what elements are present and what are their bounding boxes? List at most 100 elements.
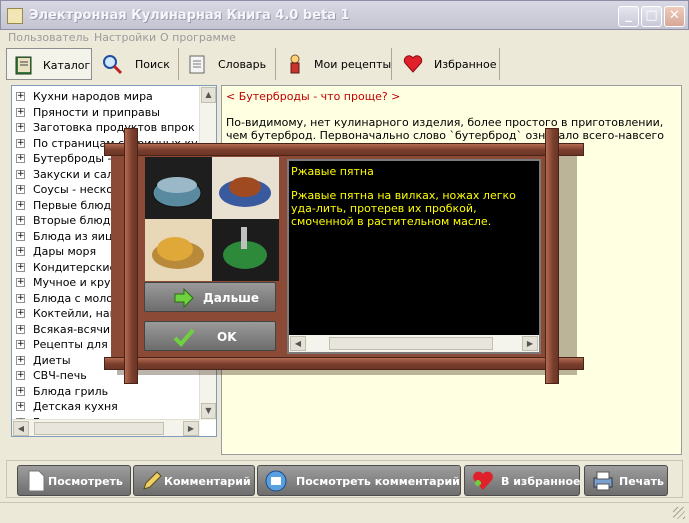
tip-scroll-left-arrow-icon[interactable]: ◀ bbox=[290, 336, 306, 351]
tip-title: Ржавые пятна bbox=[291, 165, 374, 178]
view-comment-button-label: Посмотреть комментарий bbox=[296, 475, 460, 488]
expand-plus-icon[interactable]: + bbox=[16, 293, 25, 303]
expand-plus-icon[interactable]: + bbox=[16, 386, 25, 396]
bottom-toolbar: Посмотреть Комментарий Посмотреть коммен… bbox=[6, 460, 683, 498]
checkmark-icon bbox=[173, 328, 195, 347]
tree-item-label: Вторые блюда bbox=[33, 214, 118, 227]
frame-post-left bbox=[124, 128, 138, 384]
expand-plus-icon[interactable]: + bbox=[16, 123, 25, 132]
food-illustration bbox=[145, 157, 279, 281]
menu-bar: Пользователь Настройки О программе bbox=[0, 30, 689, 46]
expand-plus-icon[interactable]: + bbox=[16, 278, 25, 287]
add-to-favorites-button[interactable]: В избранное bbox=[464, 465, 581, 496]
close-button[interactable]: ✕ bbox=[664, 6, 685, 27]
tip-horizontal-scrollbar[interactable]: ◀ ▶ bbox=[289, 335, 539, 352]
expand-plus-icon[interactable]: + bbox=[16, 324, 25, 334]
tab-catalog-label: Каталог bbox=[43, 59, 91, 72]
notepad-icon bbox=[189, 55, 205, 74]
expand-plus-icon[interactable]: + bbox=[16, 138, 25, 148]
tab-catalog[interactable]: Каталог bbox=[6, 48, 92, 80]
document-icon bbox=[28, 470, 45, 492]
expand-plus-icon[interactable]: + bbox=[16, 262, 25, 272]
expand-plus-icon[interactable]: + bbox=[16, 154, 25, 163]
resize-grip-icon[interactable] bbox=[673, 507, 685, 519]
tip-text: Ржавые пятна на вилках, ножах легко уда-… bbox=[291, 189, 516, 228]
tree-item-label: Дары моря bbox=[33, 245, 97, 258]
ok-button[interactable]: OK bbox=[144, 321, 276, 351]
tab-bar: Каталог Поиск Словарь Мои рецепты Избран… bbox=[0, 46, 689, 82]
tree-item-label: Блюда гриль bbox=[33, 384, 109, 398]
expand-plus-icon[interactable]: + bbox=[16, 216, 25, 225]
tab-dictionary-label: Словарь bbox=[218, 58, 267, 71]
book-icon bbox=[15, 56, 32, 75]
menu-user[interactable]: Пользователь bbox=[8, 31, 89, 44]
frame-beam-bottom bbox=[104, 357, 584, 370]
print-button[interactable]: Печать bbox=[584, 465, 668, 496]
scroll-up-arrow-icon[interactable]: ▲ bbox=[201, 87, 216, 103]
tab-my-recipes-label: Мои рецепты bbox=[314, 58, 392, 71]
tree-item-label: Первые блюда bbox=[33, 198, 118, 212]
expand-plus-icon[interactable]: + bbox=[16, 309, 25, 318]
tip-scroll-thumb[interactable] bbox=[329, 337, 493, 350]
app-icon bbox=[7, 8, 23, 24]
view-comment-icon bbox=[265, 470, 287, 492]
tab-favorites[interactable]: Избранное bbox=[396, 48, 500, 80]
maximize-button[interactable]: □ bbox=[641, 6, 662, 27]
heart-icon bbox=[403, 55, 423, 73]
comment-button[interactable]: Комментарий bbox=[133, 465, 255, 496]
food-collage-icon bbox=[145, 157, 279, 281]
minimize-button[interactable]: _ bbox=[618, 6, 639, 27]
view-comment-button[interactable]: Посмотреть комментарий bbox=[257, 465, 461, 496]
magnifier-icon bbox=[103, 55, 123, 75]
tree-item-label: Блюда из яиц bbox=[33, 229, 113, 243]
expand-plus-icon[interactable]: + bbox=[16, 169, 25, 179]
expand-plus-icon[interactable]: + bbox=[16, 92, 25, 101]
view-button[interactable]: Посмотреть bbox=[17, 465, 131, 496]
pen-icon bbox=[143, 471, 162, 490]
scroll-right-arrow-icon[interactable]: ▶ bbox=[183, 421, 199, 436]
tree-item-label: Пряности и приправы bbox=[33, 105, 160, 119]
expand-plus-icon[interactable]: + bbox=[16, 355, 25, 365]
ok-button-label: OK bbox=[217, 330, 237, 344]
frame-beam-top bbox=[104, 143, 584, 156]
menu-settings[interactable]: Настройки bbox=[94, 31, 156, 44]
comment-button-label: Комментарий bbox=[164, 475, 251, 488]
expand-plus-icon[interactable]: + bbox=[16, 340, 25, 349]
expand-plus-icon[interactable]: + bbox=[16, 231, 25, 241]
tab-favorites-label: Избранное bbox=[434, 58, 497, 71]
tip-text-box: Ржавые пятна Ржавые пятна на вилках, нож… bbox=[287, 159, 541, 354]
tab-search[interactable]: Поиск bbox=[95, 48, 179, 80]
add-to-favorites-button-label: В избранное bbox=[501, 475, 581, 488]
scroll-left-arrow-icon[interactable]: ◀ bbox=[13, 421, 29, 436]
article-heading: < Бутерброды - что проще? > bbox=[226, 90, 401, 103]
expand-plus-icon[interactable]: + bbox=[16, 402, 25, 411]
title-bar: Электронная Кулинарная Книга 4.0 beta 1 … bbox=[0, 0, 689, 30]
print-button-label: Печать bbox=[619, 475, 664, 488]
add-favorite-icon bbox=[473, 471, 493, 490]
scroll-thumb[interactable] bbox=[34, 422, 164, 435]
next-button-label: Дальше bbox=[203, 291, 260, 305]
expand-plus-icon[interactable]: + bbox=[16, 247, 25, 256]
arrow-right-icon bbox=[174, 287, 194, 309]
tree-item-label: СВЧ-печь bbox=[33, 369, 87, 382]
expand-plus-icon[interactable]: + bbox=[16, 371, 25, 380]
menu-about[interactable]: О программе bbox=[160, 31, 236, 44]
next-button[interactable]: Дальше bbox=[144, 282, 276, 312]
window-title: Электронная Кулинарная Книга 4.0 beta 1 bbox=[29, 8, 350, 23]
tree-horizontal-scrollbar[interactable]: ◀ ▶ bbox=[12, 419, 200, 436]
tab-my-recipes[interactable]: Мои рецепты bbox=[278, 48, 392, 80]
scroll-down-arrow-icon[interactable]: ▼ bbox=[201, 403, 216, 419]
tip-scroll-right-arrow-icon[interactable]: ▶ bbox=[522, 336, 538, 351]
tree-item-label: Кухни народов мира bbox=[33, 90, 153, 103]
tree-item-label: Детская кухня bbox=[33, 400, 118, 413]
tab-dictionary[interactable]: Словарь bbox=[180, 48, 276, 80]
frame-post-right bbox=[545, 128, 559, 384]
status-bar bbox=[0, 502, 689, 523]
tree-item-label: Диеты bbox=[33, 353, 71, 367]
expand-plus-icon[interactable]: + bbox=[16, 185, 25, 194]
expand-plus-icon[interactable]: + bbox=[16, 107, 25, 117]
expand-plus-icon[interactable]: + bbox=[16, 200, 25, 210]
tab-search-label: Поиск bbox=[135, 58, 170, 71]
view-button-label: Посмотреть bbox=[48, 475, 123, 488]
tree-item-label: Заготовка продуктов впрок bbox=[33, 121, 195, 134]
